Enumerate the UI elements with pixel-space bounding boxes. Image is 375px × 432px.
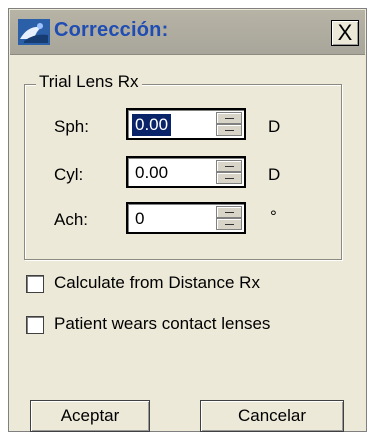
ach-unit: ° <box>270 207 277 226</box>
ach-increment-button[interactable] <box>216 206 242 218</box>
ach-spinner[interactable]: 0 <box>126 202 246 234</box>
cancel-button[interactable]: Cancelar <box>200 400 344 432</box>
cyl-decrement-button[interactable] <box>216 172 242 184</box>
dialog-title: Corrección: <box>54 19 169 41</box>
group-title: Trial Lens Rx <box>36 72 142 92</box>
accept-button[interactable]: Aceptar <box>30 400 150 432</box>
app-lens-icon <box>18 19 50 45</box>
sph-label: Sph: <box>54 117 89 136</box>
close-button[interactable]: X <box>331 20 359 46</box>
sph-spin-buttons <box>216 112 242 136</box>
ach-decrement-button[interactable] <box>216 218 242 230</box>
title-bar[interactable]: Corrección: X <box>10 10 365 55</box>
cyl-increment-button[interactable] <box>216 160 242 172</box>
calculate-from-distance-label: Calculate from Distance Rx <box>54 273 260 292</box>
contact-lenses-label: Patient wears contact lenses <box>54 314 271 333</box>
sph-unit: D <box>268 117 281 136</box>
cyl-unit: D <box>268 165 281 184</box>
calculate-from-distance-checkbox[interactable] <box>26 275 44 293</box>
contact-lenses-checkbox[interactable] <box>26 316 44 334</box>
close-icon: X <box>337 20 353 45</box>
cancel-label: Cancelar <box>237 406 307 425</box>
sph-increment-button[interactable] <box>216 112 242 124</box>
cyl-label: Cyl: <box>54 165 84 184</box>
cyl-input[interactable]: 0.00 <box>132 162 171 184</box>
ach-label: Ach: <box>54 210 89 229</box>
accept-label: Aceptar <box>60 406 120 425</box>
ach-input[interactable]: 0 <box>132 208 147 230</box>
sph-input[interactable]: 0.00 <box>132 114 172 136</box>
cyl-spinner[interactable]: 0.00 <box>126 156 246 188</box>
cyl-spin-buttons <box>216 160 242 184</box>
sph-decrement-button[interactable] <box>216 124 242 136</box>
ach-spin-buttons <box>216 206 242 230</box>
sph-spinner[interactable]: 0.00 <box>126 108 246 140</box>
